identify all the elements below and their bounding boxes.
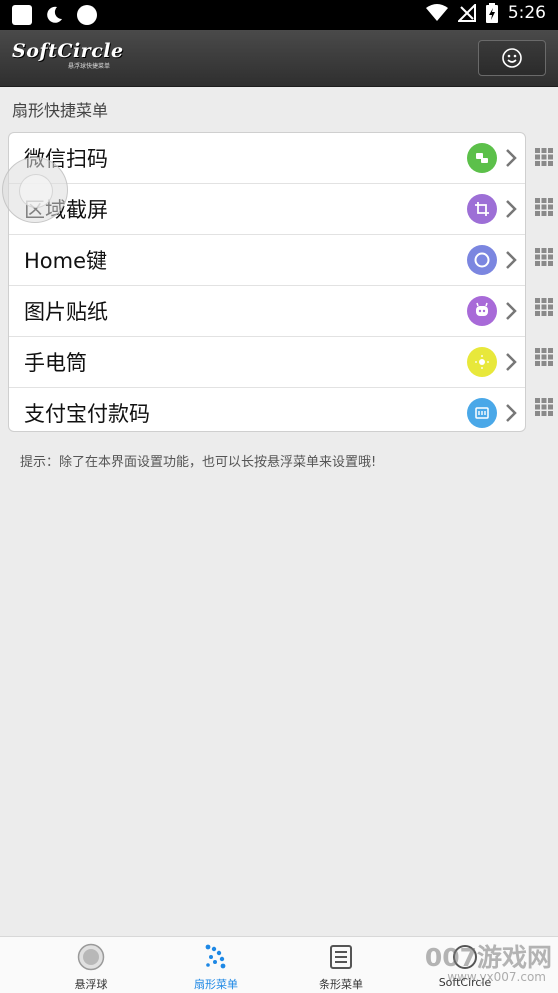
flashlight-icon [467,347,497,377]
menu-item-flashlight[interactable]: 手电筒 [9,337,525,388]
list-icon [330,945,352,969]
home-circle-icon [467,245,497,275]
drag-handle-icon[interactable] [534,297,554,317]
menu-item-label: 手电筒 [24,351,87,375]
section-title: 扇形快捷菜单 [12,101,109,120]
chevron-right-icon [506,251,517,269]
menu-item-label: Home键 [24,249,108,273]
wechat-scan-icon [467,143,497,173]
fan-dots-icon [205,944,226,969]
tab-label: 条形菜单 [319,978,363,991]
logo-text: SoftCircle [12,40,124,62]
tab-label: 扇形菜单 [194,978,238,991]
hint-text: 提示：除了在本界面设置功能，也可以长按悬浮菜单来设置哦! [20,455,377,470]
battery-charging-icon [485,3,498,23]
menu-item-image-sticker[interactable]: 图片贴纸 [9,286,525,337]
smiley-button[interactable] [478,40,546,76]
ball-icon [77,943,105,971]
tab-floating-ball[interactable]: 悬浮球 [26,937,156,993]
alipay-code-icon [467,398,497,428]
watermark-url: www.yx007.com [447,970,546,984]
smiley-icon [502,48,522,68]
tab-bar-menu[interactable]: 条形菜单 [276,937,406,993]
menu-item-alipay-code[interactable]: 支付宝付款码 [9,388,525,431]
floating-ball[interactable] [2,157,68,223]
crop-icon [467,194,497,224]
app-bar: SoftCircle 悬浮球快捷菜单 [0,30,558,87]
tab-fan-menu[interactable]: 扇形菜单 [151,937,281,993]
drag-handle-icon[interactable] [534,247,554,267]
chevron-right-icon [506,200,517,218]
menu-item-label: 支付宝付款码 [24,402,150,426]
notification-square-icon [12,5,32,25]
drag-handle-icon[interactable] [534,147,554,167]
menu-item-area-screenshot[interactable]: 区域截屏 [9,184,525,235]
drag-handle-icon[interactable] [534,397,554,417]
tab-label: 悬浮球 [74,978,108,991]
menu-item-home-key[interactable]: Home键 [9,235,525,286]
wifi-icon [425,4,448,21]
app-logo: SoftCircle 悬浮球快捷菜单 [12,40,124,70]
watermark-logo: 007游戏网 [424,943,552,972]
clock: 5:26 [507,3,546,23]
fan-menu-list: 微信扫码 区域截屏 Home键 图片贴纸 手电筒 支付宝付款码 [8,132,526,432]
circle-notification-icon [77,5,97,25]
menu-item-wechat-scan[interactable]: 微信扫码 [9,133,525,184]
status-bar: 5:26 [0,0,558,30]
logo-subtitle: 悬浮球快捷菜单 [68,63,111,70]
signal-off-icon [457,4,476,22]
chevron-right-icon [506,353,517,371]
floating-ball-core [19,174,53,208]
do-not-disturb-moon-icon [47,6,62,23]
sticker-icon [467,296,497,326]
chevron-right-icon [506,404,517,422]
chevron-right-icon [506,302,517,320]
drag-handle-icon[interactable] [534,197,554,217]
menu-item-label: 图片贴纸 [24,300,108,324]
chevron-right-icon [506,149,517,167]
drag-handle-icon[interactable] [534,347,554,367]
